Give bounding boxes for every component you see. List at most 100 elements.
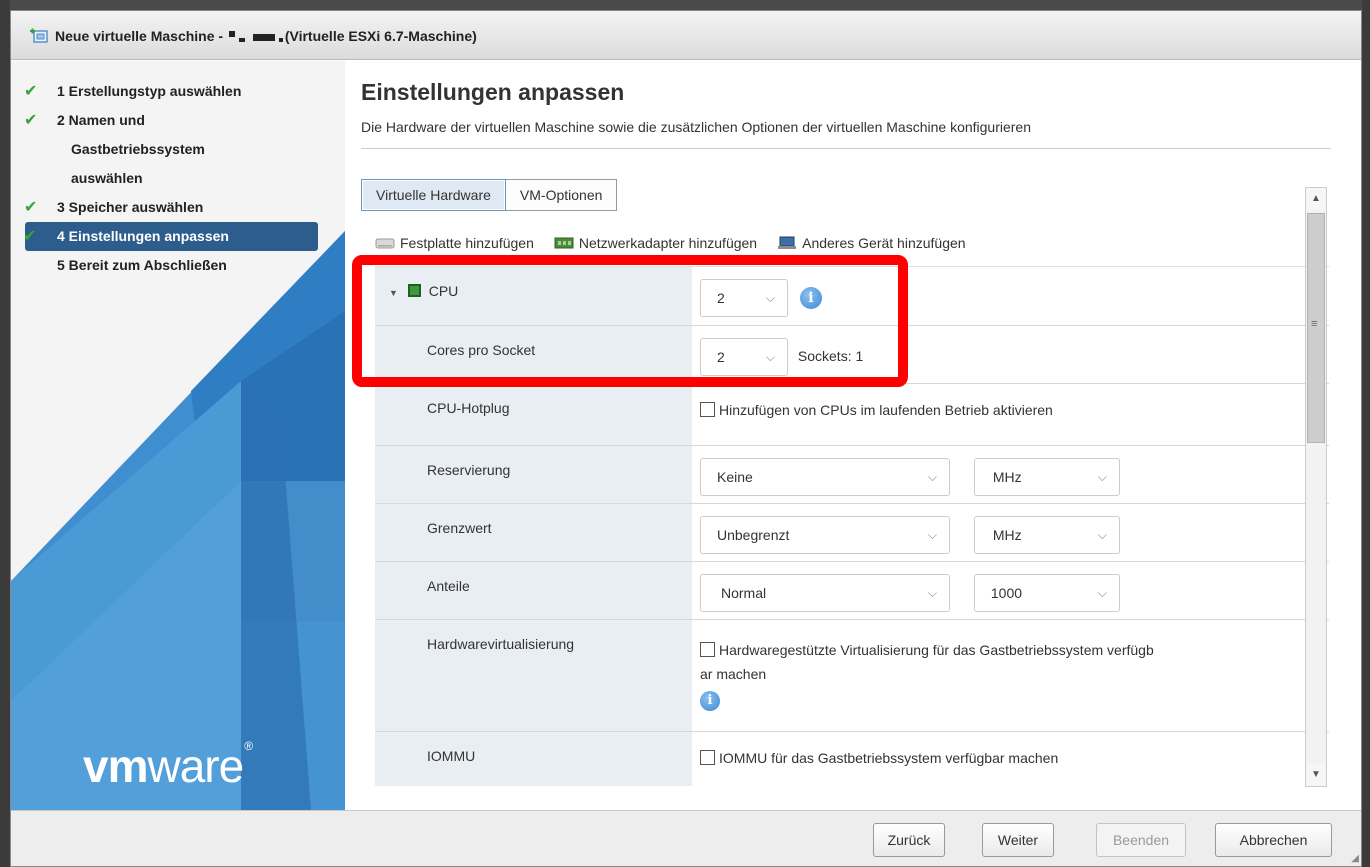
chevron-down-icon: ⌵ bbox=[1097, 470, 1107, 484]
cpu-label-cell: ▼ CPU bbox=[375, 267, 692, 325]
row-reservation: Reservierung Keine ⌵ MHz ⌵ bbox=[375, 446, 1329, 504]
settings-tabs: Virtuelle Hardware VM-Optionen bbox=[361, 179, 618, 211]
row-cores-per-socket: Cores pro Socket 2 ⌵ Sockets: 1 bbox=[375, 326, 1329, 384]
dialog-titlebar[interactable]: Neue virtuelle Maschine - (Virtuelle ESX… bbox=[11, 11, 1361, 60]
hwvirt-checkbox-label[interactable]: Hardwaregestützte Virtualisierung für da… bbox=[719, 642, 1154, 658]
cpu-count-select[interactable]: 2 ⌵ bbox=[700, 279, 788, 317]
limit-unit: MHz bbox=[992, 527, 1022, 543]
shares-label-cell: Anteile bbox=[375, 562, 692, 619]
step-1-label: 1 Erstellungstyp auswählen bbox=[57, 83, 242, 99]
expand-arrow-icon[interactable]: ▼ bbox=[389, 288, 398, 298]
check-icon: ✔ bbox=[24, 112, 38, 129]
iommu-label: IOMMU bbox=[427, 748, 476, 764]
cores-per-socket-select[interactable]: 2 ⌵ bbox=[700, 338, 788, 376]
vmware-logo-text: ware bbox=[147, 740, 244, 792]
new-vm-icon bbox=[30, 28, 48, 43]
chevron-down-icon: ⌵ bbox=[927, 470, 937, 484]
shares-select[interactable]: Normal ⌵ bbox=[700, 574, 950, 612]
step-1[interactable]: ✔ 1 Erstellungstyp auswählen bbox=[11, 77, 318, 106]
cancel-button[interactable]: Abbrechen bbox=[1215, 823, 1332, 857]
network-adapter-icon bbox=[554, 237, 574, 249]
cores-value: 2 bbox=[717, 349, 725, 365]
reservation-label: Reservierung bbox=[427, 462, 511, 478]
back-button[interactable]: Zurück bbox=[873, 823, 945, 857]
step-2[interactable]: ✔ 2 Namen und Gastbetriebssystem auswähl… bbox=[11, 106, 318, 193]
cores-label: Cores pro Socket bbox=[427, 342, 536, 358]
check-icon: ✔ bbox=[24, 83, 38, 100]
reservation-select[interactable]: Keine ⌵ bbox=[700, 458, 950, 496]
chevron-down-icon: ⌵ bbox=[927, 586, 937, 600]
check-icon: ✔ bbox=[23, 228, 37, 245]
vertical-scrollbar[interactable]: ▲ ≡ ▼ bbox=[1305, 187, 1327, 787]
page-title: Einstellungen anpassen bbox=[361, 79, 625, 105]
background-right bbox=[1362, 0, 1370, 867]
limit-select[interactable]: Unbegrenzt ⌵ bbox=[700, 516, 950, 554]
step-3[interactable]: ✔ 3 Speicher auswählen bbox=[11, 193, 318, 222]
sockets-count: Sockets: 1 bbox=[797, 347, 864, 364]
finish-button[interactable]: Beenden bbox=[1096, 823, 1186, 857]
redacted-name-2 bbox=[238, 38, 245, 42]
cpu-count-value: 2 bbox=[717, 290, 725, 306]
reservation-unit-select[interactable]: MHz ⌵ bbox=[973, 458, 1120, 496]
dialog-footer: Zurück Weiter Beenden Abbrechen ◢ bbox=[11, 810, 1361, 866]
hwvirt-checkbox[interactable] bbox=[700, 642, 715, 657]
info-icon[interactable]: i bbox=[799, 287, 822, 309]
resize-grip-icon[interactable]: ◢ bbox=[1351, 853, 1359, 864]
iommu-checkbox-label[interactable]: IOMMU für das Gastbetriebssystem verfügb… bbox=[719, 750, 1058, 766]
shares-value-cell: Normal ⌵ 1000 ⌵ bbox=[692, 562, 1329, 619]
hotplug-checkbox[interactable] bbox=[700, 402, 715, 417]
hardware-toolbar: Festplatte hinzufügen Netzwerkadapter hi… bbox=[375, 235, 966, 251]
limit-label-cell: Grenzwert bbox=[375, 504, 692, 561]
reservation-value-cell: Keine ⌵ MHz ⌵ bbox=[692, 446, 1329, 503]
chevron-down-icon: ⌵ bbox=[765, 350, 775, 364]
add-other-device-button[interactable]: Anderes Gerät hinzufügen bbox=[777, 235, 966, 251]
scroll-grip-icon: ≡ bbox=[1311, 318, 1318, 330]
step-2-label-line2: Gastbetriebssystem bbox=[71, 141, 205, 157]
step-2-label: 2 Namen und bbox=[57, 112, 145, 128]
hwvirt-label-cell: Hardwarevirtualisierung bbox=[375, 620, 692, 731]
step-5[interactable]: 5 Bereit zum Abschließen bbox=[11, 251, 318, 280]
hotplug-checkbox-label[interactable]: Hinzufügen von CPUs im laufenden Betrieb… bbox=[719, 402, 1053, 418]
add-network-adapter-button[interactable]: Netzwerkadapter hinzufügen bbox=[554, 235, 757, 251]
reservation-value: Keine bbox=[717, 469, 753, 485]
disk-icon bbox=[375, 238, 395, 249]
limit-unit-select[interactable]: MHz ⌵ bbox=[973, 516, 1120, 554]
shares-value: Normal bbox=[721, 585, 767, 601]
vmware-logo: vmware® bbox=[83, 739, 253, 793]
scroll-up-button[interactable]: ▲ bbox=[1306, 188, 1326, 210]
step-2-label-line3: auswählen bbox=[71, 170, 143, 186]
shares-label: Anteile bbox=[427, 578, 470, 594]
hotplug-value-cell: Hinzufügen von CPUs im laufenden Betrieb… bbox=[692, 384, 1329, 445]
hwvirt-checkbox-label-line2[interactable]: ar machen bbox=[700, 666, 766, 682]
step-5-label: 5 Bereit zum Abschließen bbox=[57, 257, 227, 273]
chevron-down-icon: ⌵ bbox=[1097, 528, 1107, 542]
row-cpu: ▼ CPU 2 ⌵ i bbox=[375, 267, 1329, 326]
scroll-down-button[interactable]: ▼ bbox=[1306, 764, 1326, 786]
hotplug-label-cell: CPU-Hotplug bbox=[375, 384, 692, 445]
row-shares: Anteile Normal ⌵ 1000 ⌵ bbox=[375, 562, 1329, 620]
dialog-title: Neue virtuelle Maschine - (Virtuelle ESX… bbox=[55, 28, 477, 44]
iommu-label-cell: IOMMU bbox=[375, 732, 692, 786]
limit-label: Grenzwert bbox=[427, 520, 492, 536]
step-3-label: 3 Speicher auswählen bbox=[57, 199, 204, 215]
redacted-name bbox=[228, 31, 235, 37]
chevron-down-icon: ⌵ bbox=[927, 528, 937, 542]
add-disk-button[interactable]: Festplatte hinzufügen bbox=[375, 235, 534, 251]
shares-amount-select[interactable]: 1000 ⌵ bbox=[973, 574, 1120, 612]
cores-label-cell: Cores pro Socket bbox=[375, 326, 692, 383]
step-4[interactable]: ✔ 4 Einstellungen anpassen bbox=[23, 222, 318, 251]
background-left bbox=[0, 0, 10, 867]
chevron-down-icon: ⌵ bbox=[765, 291, 775, 305]
vmware-logo-bold: vm bbox=[83, 740, 148, 792]
new-vm-dialog: Neue virtuelle Maschine - (Virtuelle ESX… bbox=[10, 10, 1362, 867]
next-button[interactable]: Weiter bbox=[982, 823, 1054, 857]
wizard-sidebar: ✔ 1 Erstellungstyp auswählen ✔ 2 Namen u… bbox=[11, 61, 345, 810]
info-icon[interactable]: i bbox=[700, 691, 720, 712]
row-cpu-hotplug: CPU-Hotplug Hinzufügen von CPUs im laufe… bbox=[375, 384, 1329, 446]
tab-vm-options[interactable]: VM-Optionen bbox=[505, 179, 618, 211]
tab-virtual-hardware[interactable]: Virtuelle Hardware bbox=[361, 179, 506, 211]
add-other-label: Anderes Gerät hinzufügen bbox=[802, 235, 966, 251]
wizard-main: Einstellungen anpassen Die Hardware der … bbox=[345, 61, 1361, 810]
scroll-thumb[interactable]: ≡ bbox=[1307, 213, 1325, 443]
iommu-checkbox[interactable] bbox=[700, 750, 715, 765]
